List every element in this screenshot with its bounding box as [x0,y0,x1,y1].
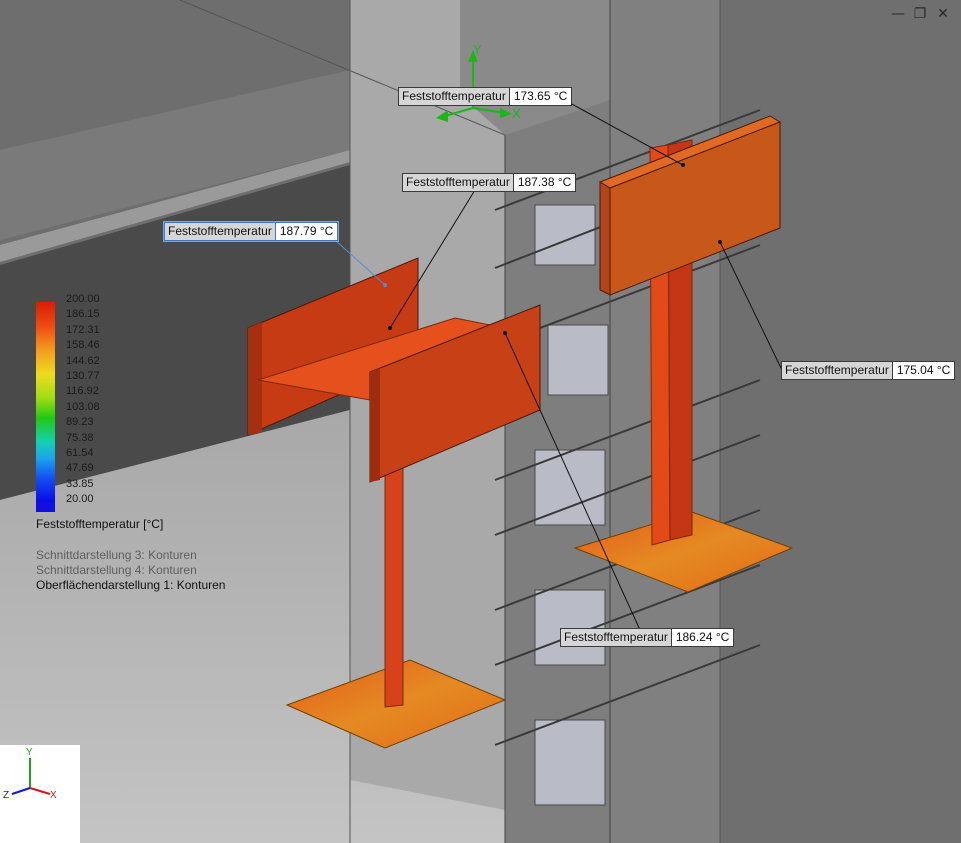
legend-value: 47.69 [66,462,94,475]
triad-x-label: X [512,106,521,121]
minimize-button[interactable]: — [889,6,907,22]
view-list: Schnittdarstellung 3: Konturen Schnittda… [36,548,225,593]
legend-value: 75.38 [66,431,94,444]
probe-name: Feststofftemperatur [402,173,514,192]
view-item[interactable]: Schnittdarstellung 4: Konturen [36,563,225,578]
legend-values: 200.00 186.15 172.31 158.46 144.62 130.7… [66,292,126,507]
probe-name: Feststofftemperatur [164,222,276,241]
probe-label-selected[interactable]: Feststofftemperatur 187.79 °C [162,221,340,242]
legend-value: 130.77 [66,369,100,382]
legend-value: 33.85 [66,477,94,490]
axis-indicator: Y X Z [0,745,80,843]
axis-z-label: Z [3,790,9,801]
axis-y-label: Y [26,747,33,758]
probe-value: 173.65 °C [509,87,573,106]
probe-value: 175.04 °C [892,361,956,380]
legend-value: 144.62 [66,354,100,367]
restore-button[interactable]: ❐ [911,6,929,22]
legend-min-swatch [36,502,55,512]
probe-value: 187.38 °C [513,173,577,192]
close-button[interactable]: ✕ [934,6,952,22]
probe-name: Feststofftemperatur [781,361,893,380]
simulation-scene[interactable]: Y X Y X Z [0,0,961,843]
legend-value: 158.46 [66,339,100,352]
legend-color-bar [36,302,55,502]
probe-value: 186.24 °C [671,628,735,647]
legend-value: 103.08 [66,400,100,413]
left-column [384,467,404,708]
legend-value: 116.92 [66,385,99,398]
probe-label[interactable]: Feststofftemperatur 173.65 °C [398,87,573,106]
3d-viewport[interactable]: Y X Y X Z — ❐ ✕ 200.00 186.15 172.31 158… [0,0,961,843]
legend-value: 200.00 [66,293,100,305]
triad-y-label: Y [473,42,482,57]
probe-label[interactable]: Feststofftemperatur 187.38 °C [402,173,577,192]
legend-value: 186.15 [66,308,100,321]
legend-value: 61.54 [66,446,94,459]
probe-name: Feststofftemperatur [398,87,510,106]
probe-label[interactable]: Feststofftemperatur 175.04 °C [781,361,956,380]
legend-value: 172.31 [66,323,100,336]
legend-value: 20.00 [66,493,94,506]
legend-value: 89.23 [66,416,94,429]
view-item[interactable]: Oberflächendarstellung 1: Konturen [36,578,225,593]
probe-label[interactable]: Feststofftemperatur 186.24 °C [560,628,735,647]
probe-name: Feststofftemperatur [560,628,672,647]
axis-x-label: X [50,790,57,801]
legend-title: Feststofftemperatur [°C] [36,517,164,531]
probe-value: 187.79 °C [275,222,339,241]
view-item[interactable]: Schnittdarstellung 3: Konturen [36,548,225,563]
